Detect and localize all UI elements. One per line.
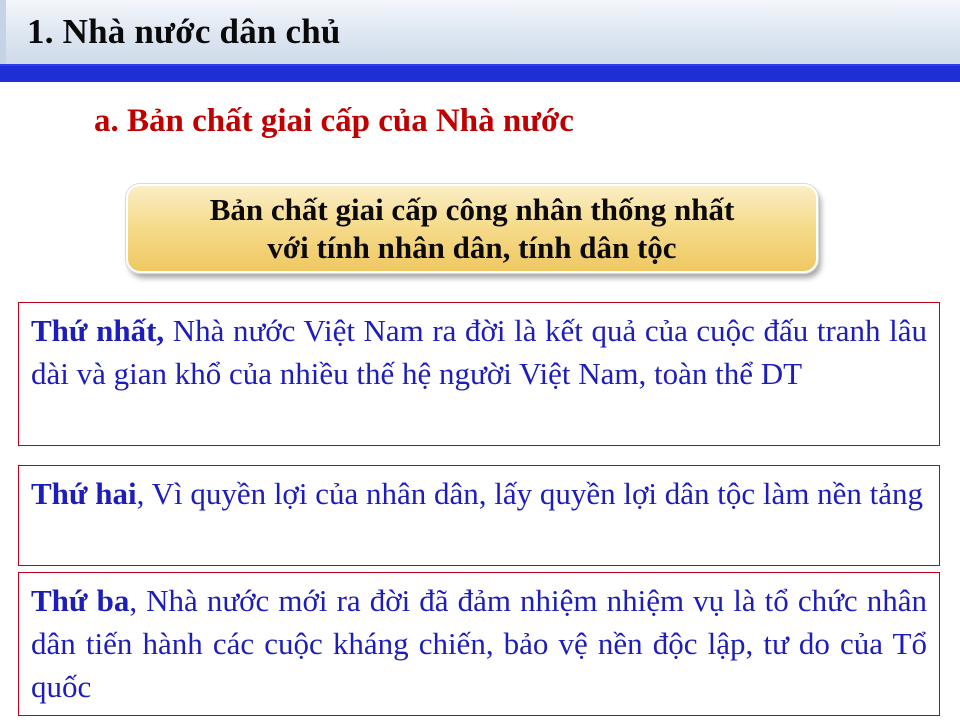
point-lead: Thứ nhất,: [31, 313, 165, 348]
title-underline-stripe: [0, 64, 960, 82]
point-text: , Nhà nước mới ra đời đã đảm nhiệm nhiệm…: [31, 583, 927, 704]
summary-line-1: Bản chất giai cấp công nhân thống nhất: [209, 191, 735, 227]
slide-title: 1. Nhà nước dân chủ: [27, 12, 341, 51]
point-box-second: Thứ hai, Vì quyền lợi của nhân dân, lấy …: [18, 465, 940, 566]
summary-callout: Bản chất giai cấp công nhân thống nhất v…: [126, 184, 818, 273]
point-lead: Thứ ba: [31, 583, 130, 618]
point-lead: Thứ hai: [31, 476, 137, 511]
summary-line-2: với tính nhân dân, tính dân tộc: [267, 229, 677, 265]
title-bar: 1. Nhà nước dân chủ: [0, 0, 960, 64]
point-text: , Vì quyền lợi của nhân dân, lấy quyền l…: [136, 476, 923, 511]
section-subheading: a. Bản chất giai cấp của Nhà nước: [94, 103, 574, 139]
point-text: Nhà nước Việt Nam ra đời là kết quả của …: [31, 313, 928, 391]
point-box-third: Thứ ba, Nhà nước mới ra đời đã đảm nhiệm…: [18, 572, 940, 716]
point-box-first: Thứ nhất, Nhà nước Việt Nam ra đời là kế…: [18, 302, 940, 446]
